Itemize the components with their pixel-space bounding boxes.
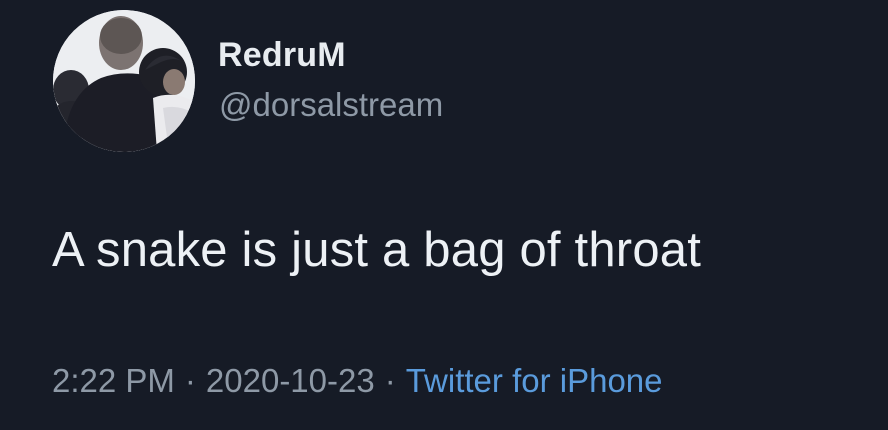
avatar[interactable] xyxy=(53,10,195,152)
tweet-date[interactable]: 2020-10-23 xyxy=(206,362,375,399)
tweet-meta: 2:22 PM · 2020-10-23 · Twitter for iPhone xyxy=(52,362,663,400)
tweet-source-link[interactable]: Twitter for iPhone xyxy=(406,362,663,399)
tweet-text: A snake is just a bag of throat xyxy=(52,223,702,277)
tweet-card: RedruM @dorsalstream A snake is just a b… xyxy=(0,0,888,430)
profile-photo-icon xyxy=(53,10,195,152)
author-display-name[interactable]: RedruM xyxy=(218,36,346,75)
tweet-time[interactable]: 2:22 PM xyxy=(52,362,175,399)
meta-separator: · xyxy=(184,362,196,399)
meta-separator: · xyxy=(384,362,396,399)
author-handle[interactable]: @dorsalstream xyxy=(219,86,443,124)
